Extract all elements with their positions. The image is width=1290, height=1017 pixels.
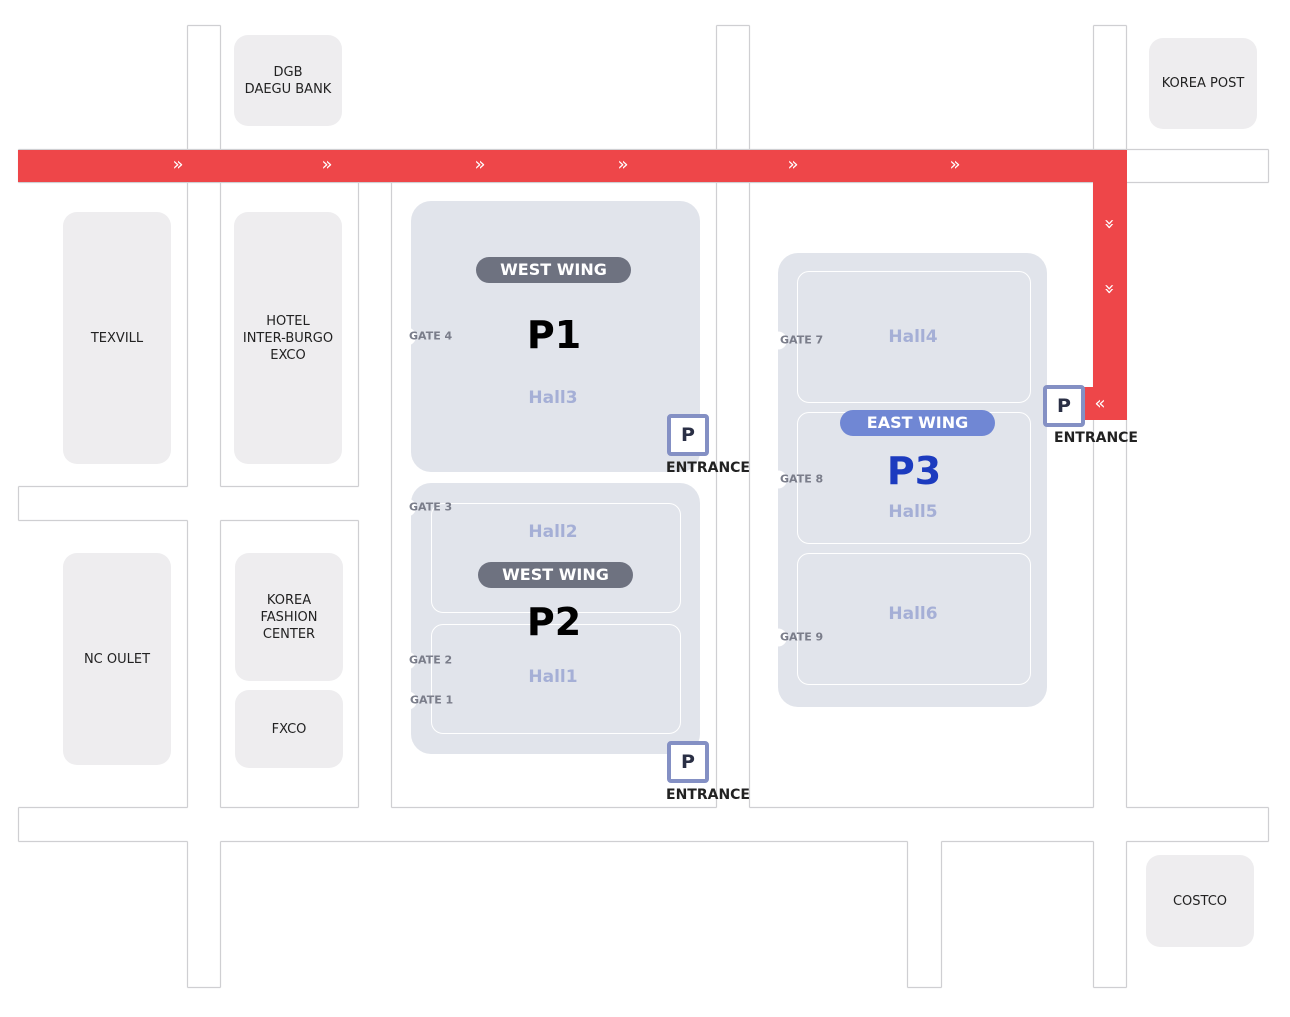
building-nc-outlet: NC OULET: [63, 553, 171, 765]
building-hotel-inter-burgo: HOTEL INTER-BURGO EXCO: [234, 212, 342, 464]
parking-icon[interactable]: P: [667, 414, 709, 456]
entrance-label: ENTRANCE: [1054, 430, 1138, 446]
hall5-label: Hall5: [888, 502, 938, 522]
chevron-right-icon: »: [172, 154, 184, 175]
parking-icon[interactable]: P: [667, 741, 709, 783]
chevron-down-icon: »: [1099, 218, 1120, 230]
west-wing-badge: WEST WING: [476, 257, 631, 283]
gate-3: GATE 3: [406, 498, 453, 517]
hall2-area[interactable]: [431, 503, 681, 613]
hall1-label: Hall1: [528, 667, 578, 687]
p2-label: P2: [526, 600, 582, 644]
gate-1: GATE 1: [407, 691, 454, 710]
p3-label: P3: [886, 449, 942, 493]
chevron-right-icon: »: [474, 154, 486, 175]
building-korea-fashion-center: KOREA FASHION CENTER: [235, 553, 343, 681]
gate-4: GATE 4: [406, 327, 453, 346]
gate-9: GATE 9: [777, 628, 824, 647]
building-texvill: TEXVILL: [63, 212, 171, 464]
building-fxco: FXCO: [235, 690, 343, 768]
hall4-label: Hall4: [888, 327, 938, 347]
chevron-right-icon: »: [949, 154, 961, 175]
building-costco: COSTCO: [1146, 855, 1254, 947]
chevron-right-icon: »: [617, 154, 629, 175]
west-wing-badge: WEST WING: [478, 562, 633, 588]
gate-2: GATE 2: [406, 651, 453, 670]
chevron-down-icon: »: [1099, 283, 1120, 295]
chevron-left-icon: «: [1094, 393, 1106, 414]
gate-7: GATE 7: [777, 331, 824, 350]
chevron-right-icon: »: [321, 154, 333, 175]
gate-8: GATE 8: [777, 470, 824, 489]
entrance-label: ENTRANCE: [666, 787, 750, 803]
hall6-label: Hall6: [888, 604, 938, 624]
entrance-label: ENTRANCE: [666, 460, 750, 476]
east-wing-badge: EAST WING: [840, 410, 995, 436]
hall3-label: Hall3: [528, 388, 578, 408]
building-dgb-daegu-bank: DGB DAEGU BANK: [234, 35, 342, 126]
parking-icon[interactable]: P: [1043, 385, 1085, 427]
chevron-right-icon: »: [787, 154, 799, 175]
route-horizontal: [18, 150, 1127, 182]
building-korea-post: KOREA POST: [1149, 38, 1257, 129]
hall2-label: Hall2: [528, 522, 578, 542]
p1-label: P1: [526, 313, 582, 357]
